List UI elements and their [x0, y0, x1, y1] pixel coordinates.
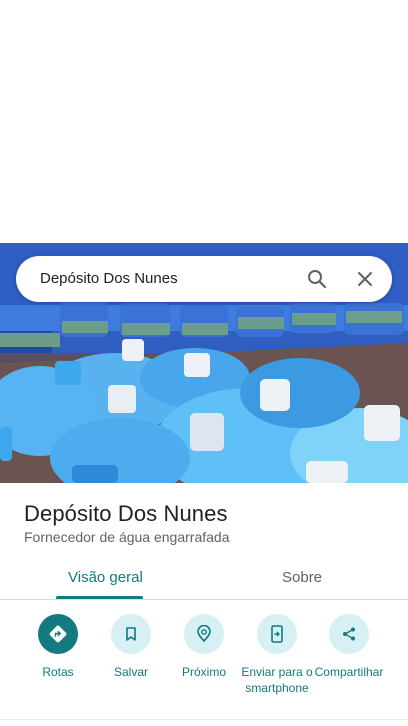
save-button[interactable]: Salvar: [94, 612, 168, 680]
action-bar: Rotas Salvar Próximo Enviar para o smart…: [0, 612, 408, 712]
save-label: Salvar: [113, 665, 148, 679]
tab-overview[interactable]: Visão geral: [68, 569, 143, 586]
tab-bar: Visão geral Sobre: [0, 560, 408, 600]
directions-icon: [38, 614, 78, 654]
nearby-label: Próximo: [181, 665, 226, 679]
directions-button[interactable]: Rotas: [21, 612, 95, 680]
search-icon[interactable]: [302, 264, 332, 294]
tab-about[interactable]: Sobre: [282, 569, 322, 586]
bookmark-icon: [111, 614, 151, 654]
map-empty-area: [0, 0, 408, 243]
tab-selected-indicator: [56, 596, 143, 599]
nearby-icon: [184, 614, 224, 654]
place-category: Fornecedor de água engarrafada: [24, 529, 230, 545]
close-icon[interactable]: [350, 264, 380, 294]
search-bar[interactable]: Depósito Dos Nunes: [16, 256, 392, 302]
search-input[interactable]: Depósito Dos Nunes: [40, 270, 178, 287]
place-title: Depósito Dos Nunes: [24, 501, 228, 526]
send-to-phone-button[interactable]: Enviar para o smartphone: [240, 612, 314, 696]
share-icon: [329, 614, 369, 654]
directions-label: Rotas: [42, 665, 74, 679]
share-label: Compartilhar: [314, 665, 384, 679]
nearby-button[interactable]: Próximo: [167, 612, 241, 680]
share-button[interactable]: Compartilhar: [312, 612, 386, 680]
divider: [0, 719, 408, 720]
send-to-phone-icon: [257, 614, 297, 654]
send-to-phone-label: Enviar para o smartphone: [241, 665, 313, 695]
